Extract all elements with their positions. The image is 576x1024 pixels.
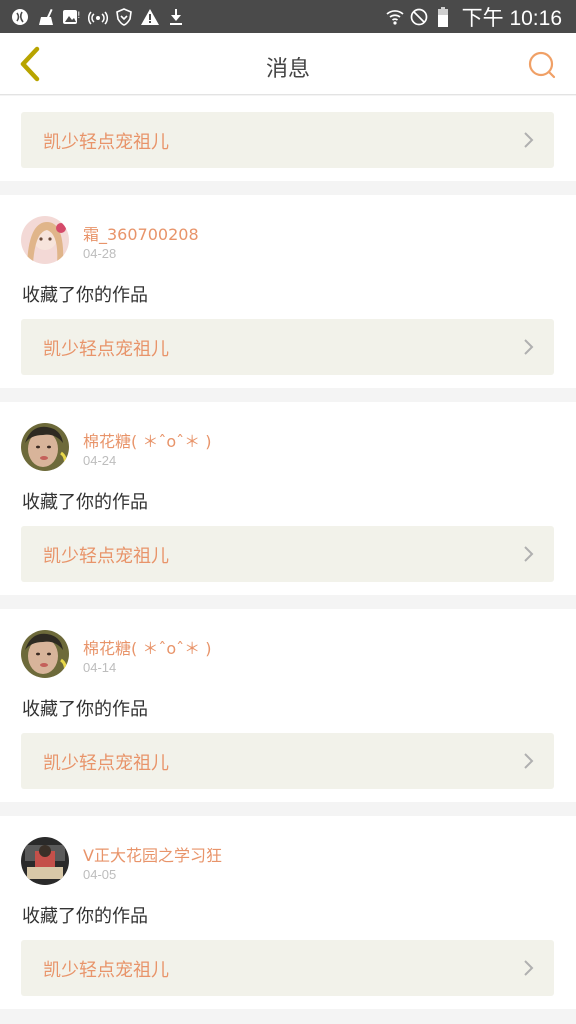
message-date: 04-14 (83, 660, 117, 675)
notification-icons: ! (10, 5, 186, 29)
image-icon: ! (62, 7, 82, 27)
work-link[interactable]: 凯少轻点宠祖儿 (21, 526, 554, 582)
work-title: 凯少轻点宠祖儿 (43, 339, 169, 360)
chevron-right-icon (524, 546, 534, 562)
work-link[interactable]: 凯少轻点宠祖儿 (21, 940, 554, 996)
avatar[interactable] (21, 630, 69, 678)
warning-icon (140, 7, 160, 27)
work-link[interactable]: 凯少轻点宠祖儿 (21, 319, 554, 375)
work-link[interactable]: 凯少轻点宠祖儿 (21, 112, 554, 168)
search-button[interactable] (522, 45, 562, 85)
battery-icon (434, 7, 452, 27)
message-card: 棉花糖( ＊ˆoˆ＊ ) 04-24 收藏了你的作品 凯少轻点宠祖儿 (0, 402, 576, 595)
work-title: 凯少轻点宠祖儿 (43, 753, 169, 774)
username[interactable]: 棉花糖( ＊ˆoˆ＊ ) (83, 635, 211, 659)
chevron-right-icon (524, 960, 534, 976)
svg-text:!: ! (77, 11, 81, 21)
message-action: 收藏了你的作品 (22, 492, 148, 513)
message-action: 收藏了你的作品 (22, 906, 148, 927)
avatar[interactable] (21, 837, 69, 885)
username[interactable]: 棉花糖( ＊ˆoˆ＊ ) (83, 428, 211, 452)
message-card: 霜_360700208 04-28 收藏了你的作品 凯少轻点宠祖儿 (0, 195, 576, 388)
message-date: 04-28 (83, 246, 117, 261)
chevron-right-icon (524, 132, 534, 148)
system-status: 下午 10:16 (386, 4, 562, 30)
do-not-disturb-icon (410, 7, 428, 27)
wifi-icon (386, 7, 404, 27)
vpn-shield-icon (114, 7, 134, 27)
nav-bar: 消息 (0, 33, 576, 95)
work-title: 凯少轻点宠祖儿 (43, 132, 169, 153)
message-action: 收藏了你的作品 (22, 285, 148, 306)
message-card: 凯少轻点宠祖儿 (0, 96, 576, 181)
status-bar: ! 下午 10:16 (0, 0, 576, 33)
chevron-right-icon (524, 339, 534, 355)
page-title: 消息 (265, 57, 310, 82)
app-icon (10, 7, 30, 27)
cleaner-icon (36, 7, 56, 27)
search-icon (528, 51, 556, 79)
chevron-right-icon (524, 753, 534, 769)
message-date: 04-24 (83, 453, 117, 468)
message-card: V正大花园之学习狂 04-05 收藏了你的作品 凯少轻点宠祖儿 (0, 816, 576, 1009)
hotspot-icon (88, 7, 108, 27)
avatar[interactable] (21, 423, 69, 471)
download-icon (166, 7, 186, 27)
work-title: 凯少轻点宠祖儿 (43, 546, 169, 567)
clock: 下午 10:16 (461, 7, 562, 30)
avatar[interactable] (21, 216, 69, 264)
message-action: 收藏了你的作品 (22, 699, 148, 720)
username[interactable]: V正大花园之学习狂 (83, 842, 222, 866)
message-card: 棉花糖( ＊ˆoˆ＊ ) 04-14 收藏了你的作品 凯少轻点宠祖儿 (0, 609, 576, 802)
message-date: 04-05 (83, 867, 117, 882)
username[interactable]: 霜_360700208 (83, 221, 199, 245)
work-link[interactable]: 凯少轻点宠祖儿 (21, 733, 554, 789)
work-title: 凯少轻点宠祖儿 (43, 960, 169, 981)
